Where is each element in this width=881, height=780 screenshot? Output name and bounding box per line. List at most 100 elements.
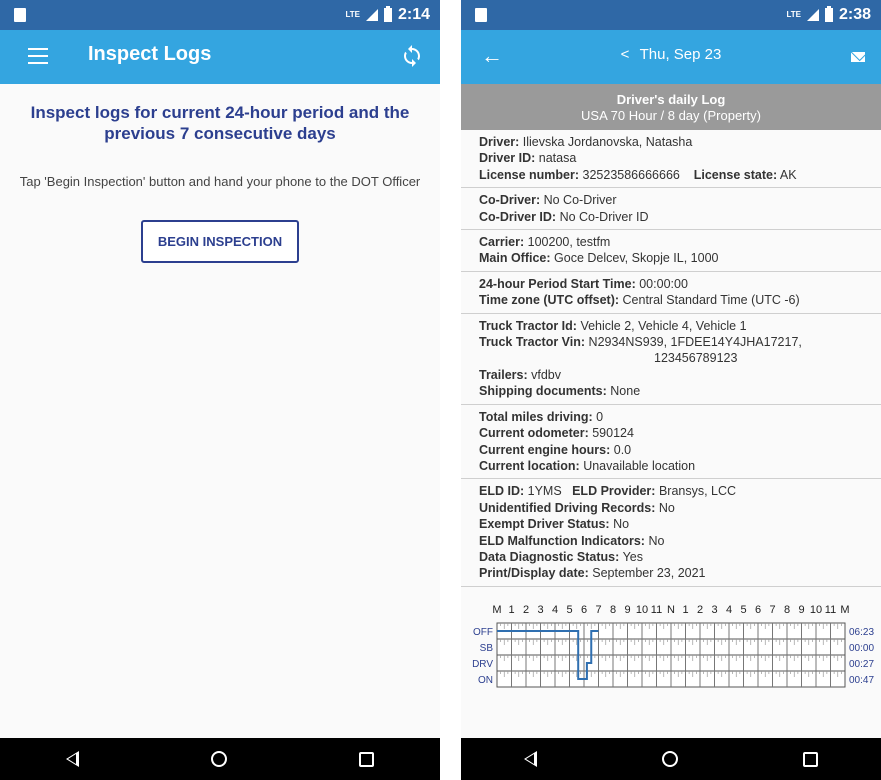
codriver-id-value: No Co-Driver ID [559, 209, 649, 224]
hour-tick-label: 7 [769, 604, 775, 616]
status-row-label: DRV [472, 659, 493, 670]
driver-label: Driver: [479, 135, 520, 149]
daily-log-screen: LTE 2:38 ← < Thu, Sep 23 Driver's daily … [461, 0, 881, 780]
truck-section: Truck Tractor Id: Vehicle 2, Vehicle 4, … [461, 314, 881, 405]
status-total-label: 06:23 [849, 627, 874, 638]
hour-tick-label: 6 [755, 604, 761, 616]
begin-inspection-button[interactable]: BEGIN INSPECTION [140, 220, 300, 263]
hour-tick-label: 5 [566, 604, 572, 616]
trailers-label: Trailers: [479, 367, 528, 382]
tractor-id-label: Truck Tractor Id: [479, 318, 577, 333]
inspect-instructions: Tap 'Begin Inspection' button and hand y… [19, 174, 421, 189]
network-type: LTE [786, 10, 801, 19]
license-state-value: AK [779, 167, 797, 182]
miles-label: Total miles driving: [479, 409, 593, 424]
hour-tick-label: 5 [740, 604, 746, 616]
tractor-vin-value-2: 123456789123 [654, 351, 738, 366]
codriver-id-label: Co-Driver ID: [479, 209, 557, 224]
license-label: License number: [479, 167, 580, 182]
codriver-section: Co-Driver: No Co-Driver Co-Driver ID: No… [461, 188, 881, 231]
date-selector[interactable]: < Thu, Sep 23 [461, 46, 881, 63]
log-date: Thu, Sep 23 [639, 46, 722, 63]
hour-tick-label: 11 [651, 604, 662, 616]
malfunction-label: ELD Malfunction Indicators: [479, 533, 645, 548]
eld-id-label: ELD ID: [479, 484, 525, 499]
diagnostic-value: Yes [622, 549, 643, 564]
timezone-value: Central Standard Time (UTC -6) [622, 293, 800, 308]
sd-card-icon [475, 8, 487, 22]
back-nav-icon[interactable] [523, 751, 537, 767]
tractor-vin-value: N2934NS939, 1FDEE14Y4JHA17217, [588, 335, 802, 350]
odometer-label: Current odometer: [479, 426, 589, 441]
carrier-value: 100200, testfm [527, 235, 611, 250]
log-graph: M 1 2 3 4 5 6 7 8 9 10 11 N 1 2 3 4 5 6 7 8 9 10 11 M OFF 06:23 SB 0… [461, 587, 881, 707]
period-start-label: 24-hour Period Start Time: [479, 276, 636, 291]
carrier-label: Carrier: [479, 235, 525, 250]
previous-day-icon[interactable]: < [621, 46, 630, 63]
page-title: Inspect Logs [88, 43, 212, 65]
log-ruleset: USA 70 Hour / 8 day (Property) [581, 108, 761, 123]
status-total-label: 00:27 [849, 659, 874, 670]
hour-tick-label: 3 [711, 604, 717, 616]
carrier-section: Carrier: 100200, testfm Main Office: Goc… [461, 230, 881, 272]
engine-hours-label: Current engine hours: [479, 442, 611, 457]
tractor-id-value: Vehicle 2, Vehicle 4, Vehicle 1 [580, 318, 747, 333]
driver-id-label: Driver ID: [479, 151, 536, 166]
recents-nav-icon[interactable] [359, 751, 374, 767]
network-type: LTE [345, 10, 360, 19]
miles-value: 0 [596, 409, 604, 424]
hour-tick-label: M [840, 604, 849, 616]
system-nav-bar [461, 738, 881, 780]
home-nav-icon[interactable] [661, 751, 678, 767]
hour-tick-label: 9 [624, 604, 630, 616]
hour-tick-label: 10 [810, 604, 822, 616]
codriver-value: No Co-Driver [543, 193, 617, 208]
hour-tick-label: 9 [798, 604, 804, 616]
location-label: Current location: [479, 458, 580, 473]
home-nav-icon[interactable] [211, 751, 227, 767]
hour-tick-label: 4 [726, 604, 732, 616]
license-state-label: License state: [693, 167, 778, 182]
miles-section: Total miles driving: 0 Current odometer:… [461, 405, 881, 480]
hour-tick-label: 11 [825, 604, 836, 616]
mail-icon[interactable] [851, 52, 865, 62]
menu-icon[interactable] [28, 48, 48, 64]
eld-provider-label: ELD Provider: [572, 484, 656, 499]
log-header: Driver's daily Log USA 70 Hour / 8 day (… [461, 84, 881, 130]
status-row-label: OFF [473, 627, 493, 638]
malfunction-value: No [648, 533, 665, 548]
clock: 2:38 [838, 6, 871, 23]
hour-tick-label: 1 [682, 604, 688, 616]
status-total-label: 00:47 [849, 675, 874, 686]
hour-tick-label: 1 [508, 604, 514, 616]
battery-icon [383, 6, 392, 22]
status-bar: LTE 2:38 [461, 0, 881, 30]
exempt-value: No [613, 517, 630, 532]
sd-card-icon [14, 8, 26, 22]
status-row-label: ON [478, 675, 493, 686]
driver-id-value: natasa [538, 151, 577, 166]
back-nav-icon[interactable] [66, 751, 79, 767]
hour-tick-label: 2 [523, 604, 529, 616]
hour-tick-label: 4 [552, 604, 558, 616]
clock: 2:14 [397, 6, 430, 23]
location-value: Unavailable location [583, 458, 696, 473]
shipping-label: Shipping documents: [479, 384, 607, 399]
odometer-value: 590124 [592, 426, 634, 441]
shipping-value: None [610, 384, 641, 399]
engine-hours-value: 0.0 [613, 442, 632, 457]
hour-tick-label: 10 [636, 604, 648, 616]
license-value: 32523586666666 [582, 167, 680, 182]
app-bar: ← < Thu, Sep 23 [461, 30, 881, 84]
signal-icon [365, 9, 378, 21]
print-date-label: Print/Display date: [479, 566, 589, 581]
main-office-label: Main Office: [479, 251, 551, 266]
sync-icon[interactable] [400, 44, 424, 68]
status-row-label: SB [480, 643, 494, 654]
eld-provider-value: Bransys, LCC [658, 484, 737, 499]
period-section: 24-hour Period Start Time: 00:00:00 Time… [461, 272, 881, 314]
period-start-value: 00:00:00 [639, 276, 688, 291]
main-office-value: Goce Delcev, Skopje IL, 1000 [554, 251, 719, 266]
app-bar: Inspect Logs [0, 30, 440, 84]
recents-nav-icon[interactable] [803, 751, 819, 767]
